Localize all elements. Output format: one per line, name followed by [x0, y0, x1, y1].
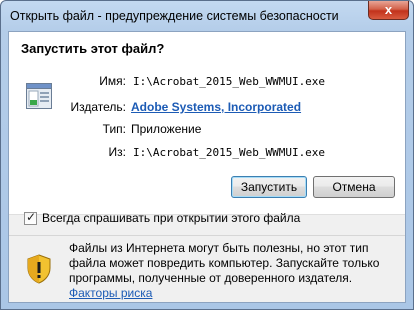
name-label: Имя:: [99, 74, 126, 88]
name-value: I:\Acrobat_2015_Web_WWMUI.exe: [133, 75, 326, 88]
cancel-button[interactable]: Отмена: [313, 176, 395, 198]
warning-shield-icon: [27, 254, 51, 284]
risk-factors-link[interactable]: Факторы риска: [69, 286, 152, 300]
from-value: I:\Acrobat_2015_Web_WWMUI.exe: [133, 146, 326, 159]
security-warning-window: Открыть файл - предупреждение системы бе…: [0, 0, 414, 310]
type-value: Приложение: [131, 122, 202, 136]
close-icon: x: [384, 2, 393, 17]
always-ask-checkbox[interactable]: ✓: [24, 210, 37, 225]
from-label: Из:: [108, 145, 126, 159]
dialog-body: Запустить этот файл? Имя: I:\Acrobat_201…: [8, 31, 406, 303]
checkmark-icon: ✓: [26, 210, 37, 224]
title-bar[interactable]: Открыть файл - предупреждение системы бе…: [1, 1, 413, 31]
warning-message: Файлы из Интернета могут быть полезны, н…: [69, 241, 399, 301]
always-ask-label[interactable]: Всегда спрашивать при открытии этого фай…: [42, 211, 300, 225]
type-label: Тип:: [102, 122, 126, 136]
application-file-icon: [26, 83, 52, 109]
dialog-heading: Запустить этот файл?: [21, 41, 165, 56]
publisher-label: Издатель:: [70, 100, 127, 114]
window-title: Открыть файл - предупреждение системы бе…: [10, 9, 339, 23]
run-button[interactable]: Запустить: [231, 176, 307, 198]
publisher-link[interactable]: Adobe Systems, Incorporated: [131, 100, 301, 114]
close-button[interactable]: x: [368, 1, 409, 20]
warning-text: Файлы из Интернета могут быть полезны, н…: [69, 241, 380, 285]
divider: [9, 235, 405, 236]
file-info-panel: Запустить этот файл? Имя: I:\Acrobat_201…: [9, 32, 405, 214]
